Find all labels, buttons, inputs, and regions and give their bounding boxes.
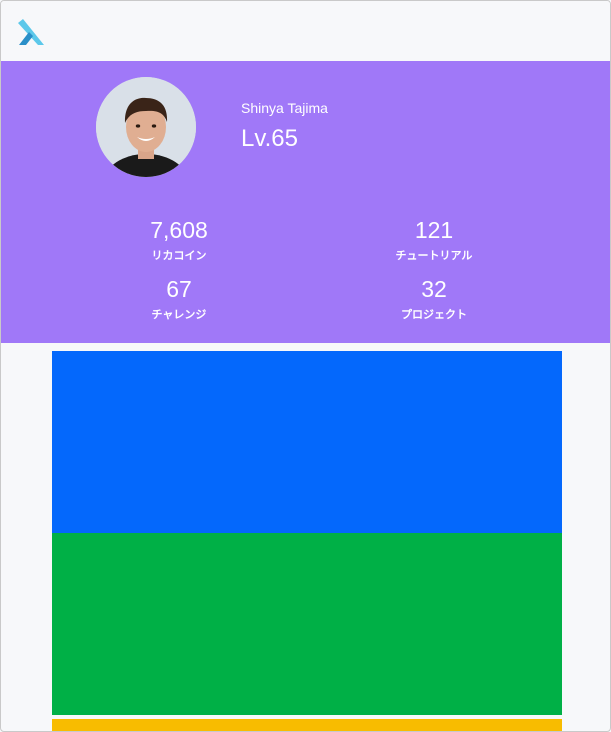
stat-projects-value: 32 bbox=[421, 276, 447, 302]
user-name: Shinya Tajima bbox=[241, 100, 328, 116]
stat-challenges: 67 チャレンジ bbox=[79, 276, 279, 322]
lambda-logo-icon[interactable] bbox=[14, 17, 48, 47]
yellow-card[interactable] bbox=[52, 719, 562, 731]
stat-challenges-label: チャレンジ bbox=[151, 309, 207, 321]
avatar[interactable] bbox=[96, 77, 196, 177]
app-window: Shinya Tajima Lv.65 7,608 リカコイン 121 チュート… bbox=[0, 0, 611, 732]
stat-challenges-value: 67 bbox=[166, 276, 192, 302]
stat-projects-label: プロジェクト bbox=[401, 309, 467, 321]
stat-tutorials-label: チュートリアル bbox=[395, 250, 473, 262]
blue-card[interactable] bbox=[52, 351, 562, 533]
user-level: Lv.65 bbox=[241, 125, 298, 152]
profile-header: Shinya Tajima Lv.65 7,608 リカコイン 121 チュート… bbox=[1, 61, 610, 343]
green-card[interactable] bbox=[52, 533, 562, 715]
stat-coins: 7,608 リカコイン bbox=[79, 217, 279, 263]
stat-coins-label: リカコイン bbox=[151, 250, 207, 262]
stat-projects: 32 プロジェクト bbox=[334, 276, 534, 322]
stat-tutorials-value: 121 bbox=[414, 217, 454, 243]
stat-coins-value: 7,608 bbox=[150, 217, 208, 243]
stat-tutorials: 121 チュートリアル bbox=[334, 217, 534, 263]
top-navbar bbox=[1, 1, 610, 61]
